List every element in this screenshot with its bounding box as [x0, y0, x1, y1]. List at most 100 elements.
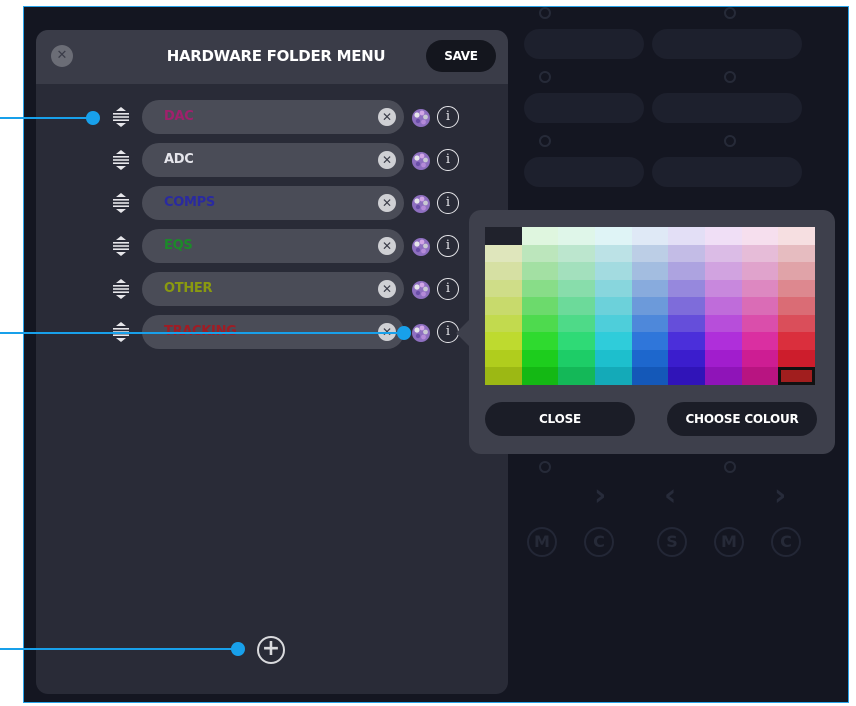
color-swatch[interactable] — [521, 227, 559, 245]
drag-handle-icon[interactable] — [112, 107, 130, 127]
color-swatch[interactable] — [741, 349, 779, 368]
close-button[interactable]: CLOSE — [485, 402, 635, 436]
color-swatch[interactable] — [595, 332, 632, 350]
color-swatch[interactable] — [558, 314, 595, 333]
color-swatch[interactable] — [741, 297, 779, 315]
color-swatch[interactable] — [631, 279, 669, 298]
palette-icon[interactable] — [411, 151, 431, 171]
color-swatch[interactable] — [521, 244, 559, 263]
color-swatch[interactable] — [485, 332, 522, 350]
close-icon[interactable]: ✕ — [51, 45, 73, 67]
color-swatch[interactable] — [778, 332, 815, 350]
color-swatch[interactable] — [741, 314, 779, 333]
color-swatch[interactable] — [558, 332, 595, 350]
color-swatch[interactable] — [595, 349, 632, 368]
color-swatch[interactable] — [558, 227, 595, 245]
color-swatch[interactable] — [705, 244, 742, 263]
color-swatch[interactable] — [631, 262, 669, 280]
color-swatch[interactable] — [631, 244, 669, 263]
color-swatch[interactable] — [778, 244, 815, 263]
color-swatch[interactable] — [668, 297, 705, 315]
color-swatch[interactable] — [521, 332, 559, 350]
folder-name-field[interactable]: EQS ✕ — [142, 229, 404, 263]
color-swatch[interactable] — [705, 297, 742, 315]
color-swatch[interactable] — [485, 262, 522, 280]
color-swatch[interactable] — [668, 244, 705, 263]
clear-icon[interactable]: ✕ — [378, 194, 396, 212]
palette-icon[interactable] — [411, 323, 431, 343]
color-swatch[interactable] — [521, 367, 559, 385]
color-swatch[interactable] — [741, 262, 779, 280]
color-swatch[interactable] — [778, 227, 815, 245]
color-swatch[interactable] — [595, 244, 632, 263]
folder-name-field[interactable]: OTHER ✕ — [142, 272, 404, 306]
color-swatch[interactable] — [668, 262, 705, 280]
color-swatch[interactable] — [705, 314, 742, 333]
color-swatch[interactable] — [631, 332, 669, 350]
clear-icon[interactable]: ✕ — [378, 280, 396, 298]
drag-handle-icon[interactable] — [112, 236, 130, 256]
choose-colour-button[interactable]: CHOOSE COLOUR — [667, 402, 817, 436]
info-icon[interactable]: i — [437, 192, 459, 214]
color-swatch[interactable] — [595, 314, 632, 333]
drag-handle-icon[interactable] — [112, 150, 130, 170]
color-swatch[interactable] — [558, 279, 595, 298]
color-swatch[interactable] — [741, 332, 779, 350]
info-icon[interactable]: i — [437, 149, 459, 171]
color-swatch[interactable] — [705, 367, 742, 385]
color-swatch[interactable] — [668, 349, 705, 368]
info-icon[interactable]: i — [437, 235, 459, 257]
color-swatch[interactable] — [705, 279, 742, 298]
color-swatch[interactable] — [485, 297, 522, 315]
palette-icon[interactable] — [411, 108, 431, 128]
color-swatch[interactable] — [485, 367, 522, 385]
color-swatch[interactable] — [668, 314, 705, 333]
selected-color-swatch[interactable] — [778, 367, 815, 385]
color-swatch[interactable] — [778, 314, 815, 333]
clear-icon[interactable]: ✕ — [378, 108, 396, 126]
save-button[interactable]: SAVE — [426, 40, 496, 72]
color-swatch[interactable] — [778, 279, 815, 298]
palette-icon[interactable] — [411, 237, 431, 257]
color-swatch[interactable] — [778, 349, 815, 368]
color-swatch[interactable] — [668, 332, 705, 350]
palette-icon[interactable] — [411, 194, 431, 214]
color-swatch[interactable] — [521, 314, 559, 333]
clear-icon[interactable]: ✕ — [378, 237, 396, 255]
color-swatch[interactable] — [668, 367, 705, 385]
color-swatch[interactable] — [741, 244, 779, 263]
color-swatch[interactable] — [485, 314, 522, 333]
folder-name-field[interactable]: ADC ✕ — [142, 143, 404, 177]
color-swatch[interactable] — [485, 244, 522, 263]
color-swatch[interactable] — [558, 262, 595, 280]
color-swatch[interactable] — [631, 314, 669, 333]
color-swatch[interactable] — [485, 227, 522, 245]
color-swatch[interactable] — [595, 297, 632, 315]
color-swatch[interactable] — [521, 297, 559, 315]
color-swatch[interactable] — [631, 227, 669, 245]
color-swatch[interactable] — [521, 262, 559, 280]
color-swatch[interactable] — [595, 367, 632, 385]
info-icon[interactable]: i — [437, 278, 459, 300]
folder-name-field[interactable]: DAC ✕ — [142, 100, 404, 134]
color-swatch[interactable] — [741, 227, 779, 245]
color-swatch[interactable] — [741, 279, 779, 298]
color-swatch[interactable] — [485, 349, 522, 368]
color-swatch[interactable] — [558, 244, 595, 263]
color-swatch[interactable] — [705, 349, 742, 368]
color-swatch[interactable] — [741, 367, 779, 385]
folder-name-field[interactable]: COMPS ✕ — [142, 186, 404, 220]
color-swatch[interactable] — [705, 332, 742, 350]
palette-icon[interactable] — [411, 280, 431, 300]
color-swatch[interactable] — [631, 297, 669, 315]
clear-icon[interactable]: ✕ — [378, 151, 396, 169]
drag-handle-icon[interactable] — [112, 193, 130, 213]
color-swatch[interactable] — [595, 227, 632, 245]
color-swatch[interactable] — [705, 262, 742, 280]
color-swatch[interactable] — [485, 279, 522, 298]
color-swatch[interactable] — [778, 297, 815, 315]
drag-handle-icon[interactable] — [112, 279, 130, 299]
color-swatch[interactable] — [668, 227, 705, 245]
color-swatch[interactable] — [521, 349, 559, 368]
color-swatch[interactable] — [558, 297, 595, 315]
